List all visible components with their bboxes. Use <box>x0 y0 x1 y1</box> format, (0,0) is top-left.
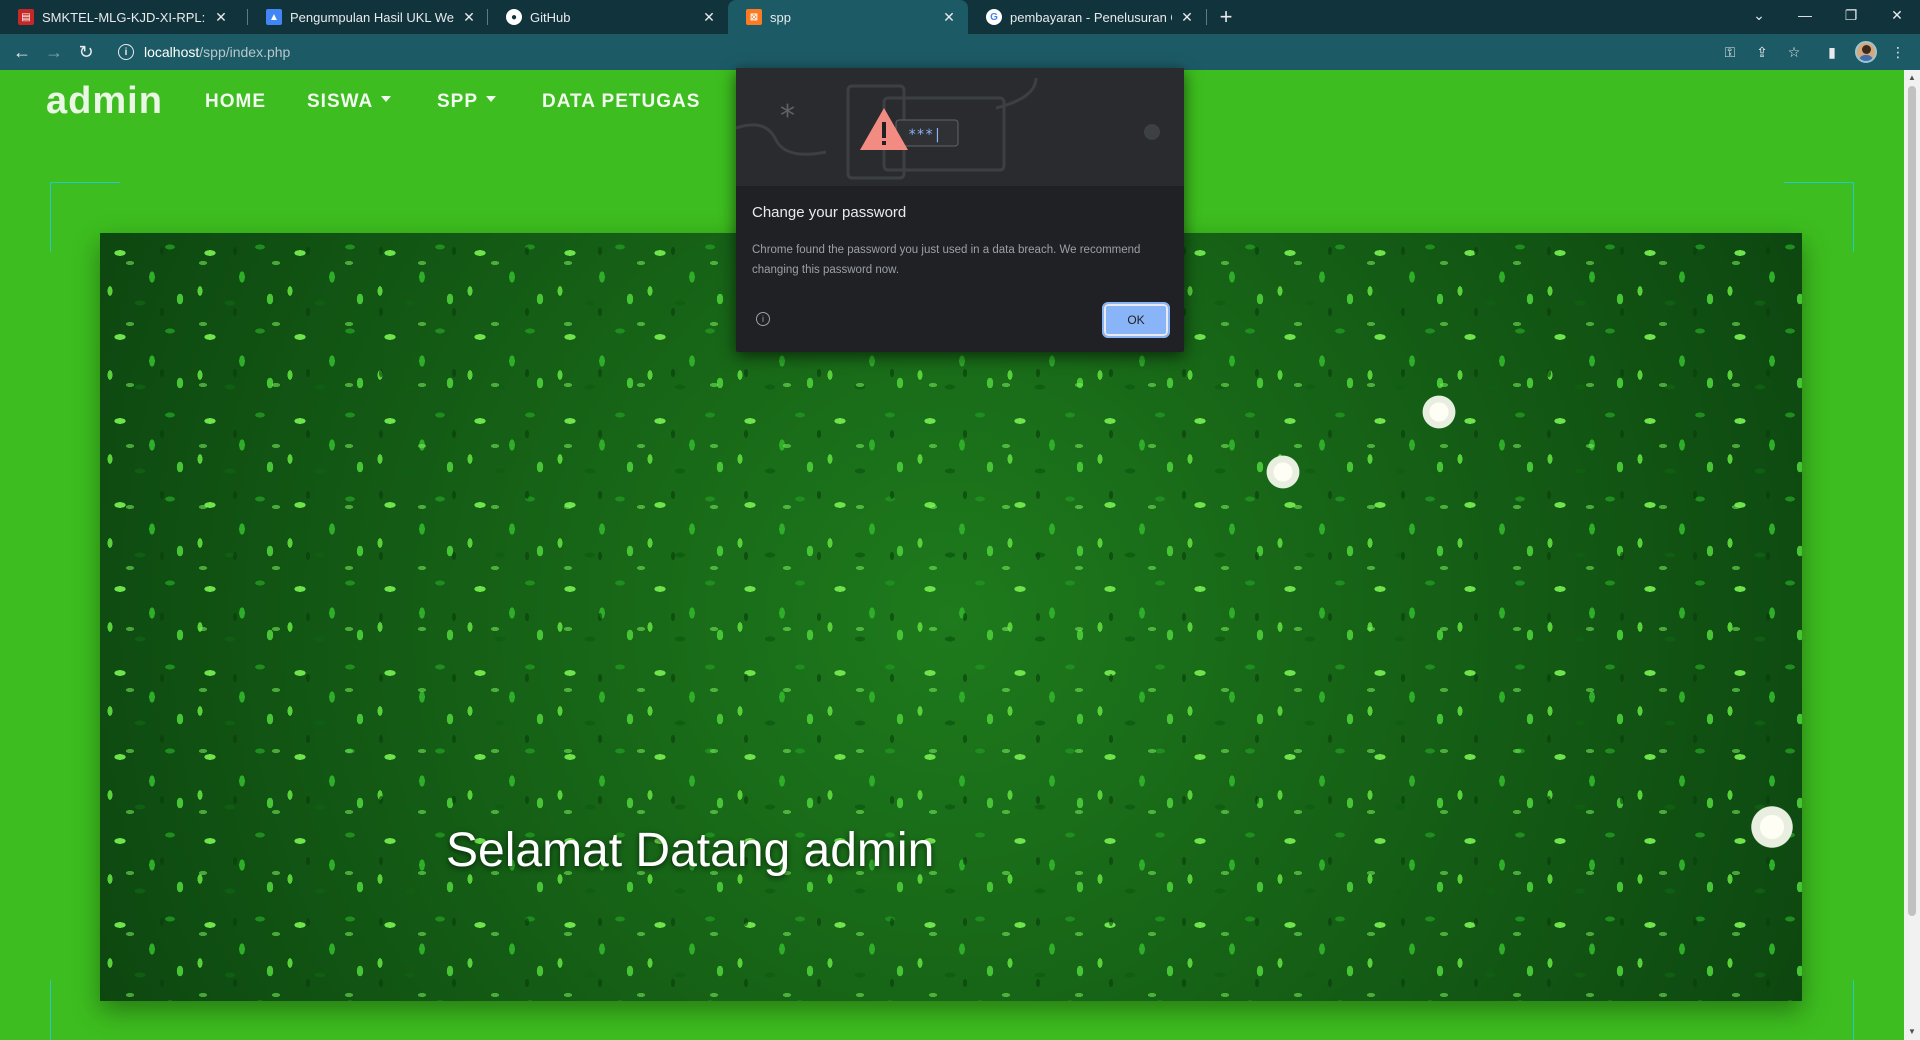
google-icon: G <box>986 9 1002 25</box>
tab-title: SMKTEL-MLG-KJD-XI-RPL: Modu <box>42 9 206 25</box>
pdf-book-icon: ▤ <box>18 9 34 25</box>
browser-toolbar: ← → ↻ i localhost/spp/index.php ⚿ ⇪ ☆ ▮ … <box>0 34 1920 70</box>
scroll-up-icon[interactable]: ▲ <box>1908 74 1916 82</box>
dialog-title: Change your password <box>752 204 907 221</box>
tab-google-search[interactable]: G pembayaran - Penelusuran Goog ✕ <box>968 0 1206 34</box>
password-warning-illustration: * ***| <box>735 68 1184 186</box>
scrollbar-thumb[interactable] <box>1908 86 1916 916</box>
clover-flower <box>1420 393 1458 431</box>
side-panel-icon[interactable]: ▮ <box>1820 40 1844 64</box>
address-bar[interactable]: i localhost/spp/index.php <box>108 37 1788 67</box>
page-scrollbar[interactable]: ▲ ▼ <box>1904 70 1920 1040</box>
tab-smktel-module[interactable]: ▤ SMKTEL-MLG-KJD-XI-RPL: Modu ✕ <box>0 0 240 34</box>
caret-down-icon <box>381 95 392 102</box>
welcome-heading: Selamat Datang admin <box>446 824 935 877</box>
restore-icon[interactable]: ❐ <box>1828 0 1874 30</box>
close-icon[interactable]: ✕ <box>940 8 958 26</box>
site-brand[interactable]: admin <box>46 80 163 123</box>
frame-line <box>1853 182 1854 252</box>
frame-line <box>50 980 51 1040</box>
nav-siswa-label: SISWA <box>307 91 374 112</box>
ok-button[interactable]: OK <box>1102 302 1170 338</box>
nav-home[interactable]: HOME <box>205 91 266 113</box>
url-path: /spp/index.php <box>199 44 291 60</box>
masked-password: ***| <box>908 127 942 143</box>
url-host: localhost <box>144 44 200 60</box>
clover-flower <box>1748 803 1796 851</box>
frame-line <box>50 182 120 183</box>
github-icon: ● <box>506 9 522 25</box>
tab-search-icon[interactable]: ⌄ <box>1736 0 1782 30</box>
close-icon[interactable]: ✕ <box>700 8 718 26</box>
tab-github[interactable]: ● GitHub ✕ <box>488 0 728 34</box>
bookmark-star-icon[interactable]: ☆ <box>1782 40 1806 64</box>
close-icon[interactable]: ✕ <box>460 8 478 26</box>
illustration-svg: * ***| <box>735 77 1160 180</box>
tab-spp[interactable]: ⊠ spp ✕ <box>728 0 968 34</box>
site-info-icon[interactable]: i <box>118 44 134 60</box>
password-breach-dialog: * ***| Change your password Chrome found… <box>735 68 1184 352</box>
key-icon[interactable]: ⚿ <box>1718 40 1742 64</box>
tab-separator <box>1206 9 1207 25</box>
nav-spp-dropdown[interactable]: SPP <box>437 91 497 113</box>
close-icon[interactable]: ✕ <box>1178 8 1196 26</box>
nav-spp-label: SPP <box>437 91 479 112</box>
tab-pengumpulan[interactable]: ▲ Pengumpulan Hasil UKL Web ✕ <box>248 0 488 34</box>
clover-flower <box>1264 453 1302 491</box>
frame-line <box>50 182 51 252</box>
frame-line <box>1784 182 1854 183</box>
menu-dots-icon[interactable]: ⋮ <box>1886 40 1910 64</box>
scroll-down-icon[interactable]: ▼ <box>1908 1028 1916 1036</box>
tab-title: Pengumpulan Hasil UKL Web <box>290 9 454 25</box>
new-tab-button[interactable]: + <box>1212 4 1240 30</box>
address-url: localhost/spp/index.php <box>144 44 290 60</box>
dialog-body: Chrome found the password you just used … <box>752 244 1141 276</box>
svg-text:*: * <box>780 99 795 134</box>
close-icon[interactable]: ✕ <box>212 8 230 26</box>
frame-line <box>1853 980 1854 1040</box>
forward-icon[interactable]: → <box>40 38 68 66</box>
info-icon[interactable]: i <box>756 312 770 326</box>
classroom-icon: ▲ <box>266 9 282 25</box>
nav-siswa-dropdown[interactable]: SISWA <box>307 91 392 113</box>
tab-title: pembayaran - Penelusuran Goog <box>1010 9 1172 25</box>
nav-data-petugas[interactable]: DATA PETUGAS <box>542 91 700 113</box>
tab-strip: ▤ SMKTEL-MLG-KJD-XI-RPL: Modu ✕ ▲ Pengum… <box>0 0 1920 34</box>
avatar[interactable] <box>1855 41 1877 63</box>
reload-icon[interactable]: ↻ <box>72 38 100 66</box>
minimize-icon[interactable]: — <box>1782 0 1828 30</box>
tab-title: spp <box>770 9 791 25</box>
back-icon[interactable]: ← <box>8 38 36 66</box>
close-window-icon[interactable]: ✕ <box>1874 0 1920 30</box>
tab-title: GitHub <box>530 9 571 25</box>
share-icon[interactable]: ⇪ <box>1750 40 1774 64</box>
caret-down-icon <box>486 95 497 102</box>
xampp-icon: ⊠ <box>746 9 762 25</box>
